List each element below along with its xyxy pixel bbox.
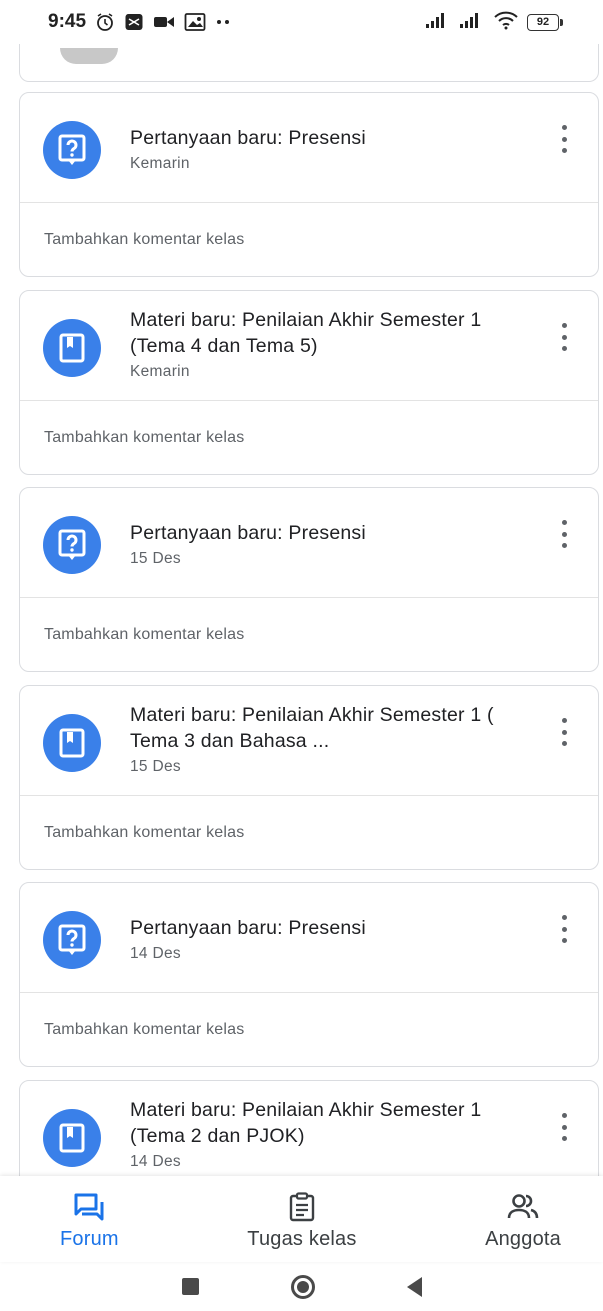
post-card[interactable]: Pertanyaan baru: Presensi 14 Des Tambahk… xyxy=(19,882,599,1067)
forum-icon xyxy=(73,1192,105,1222)
post-card[interactable]: Pertanyaan baru: Presensi 15 Des Tambahk… xyxy=(19,487,599,672)
assignment-icon xyxy=(289,1192,315,1222)
nav-tab-tugas-kelas[interactable]: Tugas kelas xyxy=(247,1176,356,1262)
more-vert-icon[interactable] xyxy=(554,123,574,155)
avatar xyxy=(60,48,118,64)
post-card[interactable]: Materi baru: Penilaian Akhir Semester 1 … xyxy=(19,1080,599,1180)
sim-toolkit-icon xyxy=(124,12,144,32)
post-header[interactable]: Materi baru: Penilaian Akhir Semester 1 … xyxy=(20,686,598,796)
system-navigation-bar xyxy=(0,1262,603,1311)
more-vert-icon[interactable] xyxy=(554,716,574,748)
add-class-comment[interactable]: Tambahkan komentar kelas xyxy=(20,993,598,1066)
video-call-icon xyxy=(153,14,175,30)
nav-label: Anggota xyxy=(485,1228,561,1250)
post-header[interactable]: Materi baru: Penilaian Akhir Semester 1 … xyxy=(20,1081,598,1180)
post-header[interactable]: Pertanyaan baru: Presensi 14 Des xyxy=(20,883,598,993)
post-text: Pertanyaan baru: Presensi 15 Des xyxy=(130,520,528,570)
people-icon xyxy=(506,1192,540,1222)
post-header[interactable]: Pertanyaan baru: Presensi Kemarin xyxy=(20,93,598,203)
more-vert-icon[interactable] xyxy=(554,321,574,353)
more-vert-icon[interactable] xyxy=(554,913,574,945)
wifi-icon xyxy=(493,10,519,35)
post-date: 15 Des xyxy=(130,758,181,775)
bottom-navigation: Forum Tugas kelas Anggota xyxy=(0,1176,603,1262)
stream-feed[interactable]: Pertanyaan baru: Presensi Kemarin Tambah… xyxy=(0,0,603,1180)
nav-label: Forum xyxy=(60,1228,119,1250)
nav-label: Tugas kelas xyxy=(247,1228,357,1250)
alarm-icon xyxy=(95,12,115,32)
nav-tab-forum[interactable]: Forum xyxy=(60,1176,119,1262)
back-icon[interactable] xyxy=(406,1276,422,1297)
post-header[interactable]: Pertanyaan baru: Presensi 15 Des xyxy=(20,488,598,598)
post-date: 14 Des xyxy=(130,945,181,962)
photo-icon xyxy=(184,12,206,32)
battery-icon: 92 xyxy=(527,13,563,31)
post-title: Pertanyaan baru: Presensi xyxy=(130,127,366,149)
post-date: Kemarin xyxy=(130,155,190,172)
question-icon xyxy=(43,911,101,969)
more-notifications-icon xyxy=(215,18,231,26)
add-class-comment[interactable]: Tambahkan komentar kelas xyxy=(20,203,598,276)
post-title: Materi baru: Penilaian Akhir Semester 1 … xyxy=(130,309,482,357)
more-vert-icon[interactable] xyxy=(554,518,574,550)
question-icon xyxy=(43,121,101,179)
question-icon xyxy=(43,516,101,574)
book-icon xyxy=(43,319,101,377)
post-title: Pertanyaan baru: Presensi xyxy=(130,522,366,544)
post-card[interactable]: Materi baru: Penilaian Akhir Semester 1 … xyxy=(19,290,599,475)
nav-tab-anggota[interactable]: Anggota xyxy=(485,1176,561,1262)
post-title: Materi baru: Penilaian Akhir Semester 1 … xyxy=(130,704,494,752)
add-class-comment[interactable]: Tambahkan komentar kelas xyxy=(20,796,598,869)
more-vert-icon[interactable] xyxy=(554,1111,574,1143)
status-time: 9:45 xyxy=(48,11,87,32)
post-text: Materi baru: Penilaian Akhir Semester 1 … xyxy=(130,1097,528,1173)
post-text: Materi baru: Penilaian Akhir Semester 1 … xyxy=(130,307,528,383)
book-icon xyxy=(43,1109,101,1167)
recents-icon[interactable] xyxy=(181,1278,199,1295)
post-card[interactable]: Pertanyaan baru: Presensi Kemarin Tambah… xyxy=(19,92,599,277)
post-text: Pertanyaan baru: Presensi Kemarin xyxy=(130,125,528,175)
signal-icon xyxy=(425,11,451,34)
post-title: Pertanyaan baru: Presensi xyxy=(130,917,366,939)
post-title: Materi baru: Penilaian Akhir Semester 1 … xyxy=(130,1099,482,1147)
status-bar: 9:45 92 xyxy=(0,0,603,44)
book-icon xyxy=(43,714,101,772)
post-text: Materi baru: Penilaian Akhir Semester 1 … xyxy=(130,702,528,778)
post-date: Kemarin xyxy=(130,363,190,380)
add-class-comment[interactable]: Tambahkan komentar kelas xyxy=(20,401,598,474)
status-left: 9:45 xyxy=(48,11,231,33)
status-right: 92 xyxy=(425,10,563,35)
battery-level: 92 xyxy=(527,13,559,31)
add-class-comment[interactable]: Tambahkan komentar kelas xyxy=(20,598,598,671)
post-header[interactable]: Materi baru: Penilaian Akhir Semester 1 … xyxy=(20,291,598,401)
signal-icon xyxy=(459,11,485,34)
home-icon[interactable] xyxy=(290,1274,315,1299)
post-date: 15 Des xyxy=(130,550,181,567)
post-card[interactable]: Materi baru: Penilaian Akhir Semester 1 … xyxy=(19,685,599,870)
post-date: 14 Des xyxy=(130,1153,181,1170)
post-text: Pertanyaan baru: Presensi 14 Des xyxy=(130,915,528,965)
